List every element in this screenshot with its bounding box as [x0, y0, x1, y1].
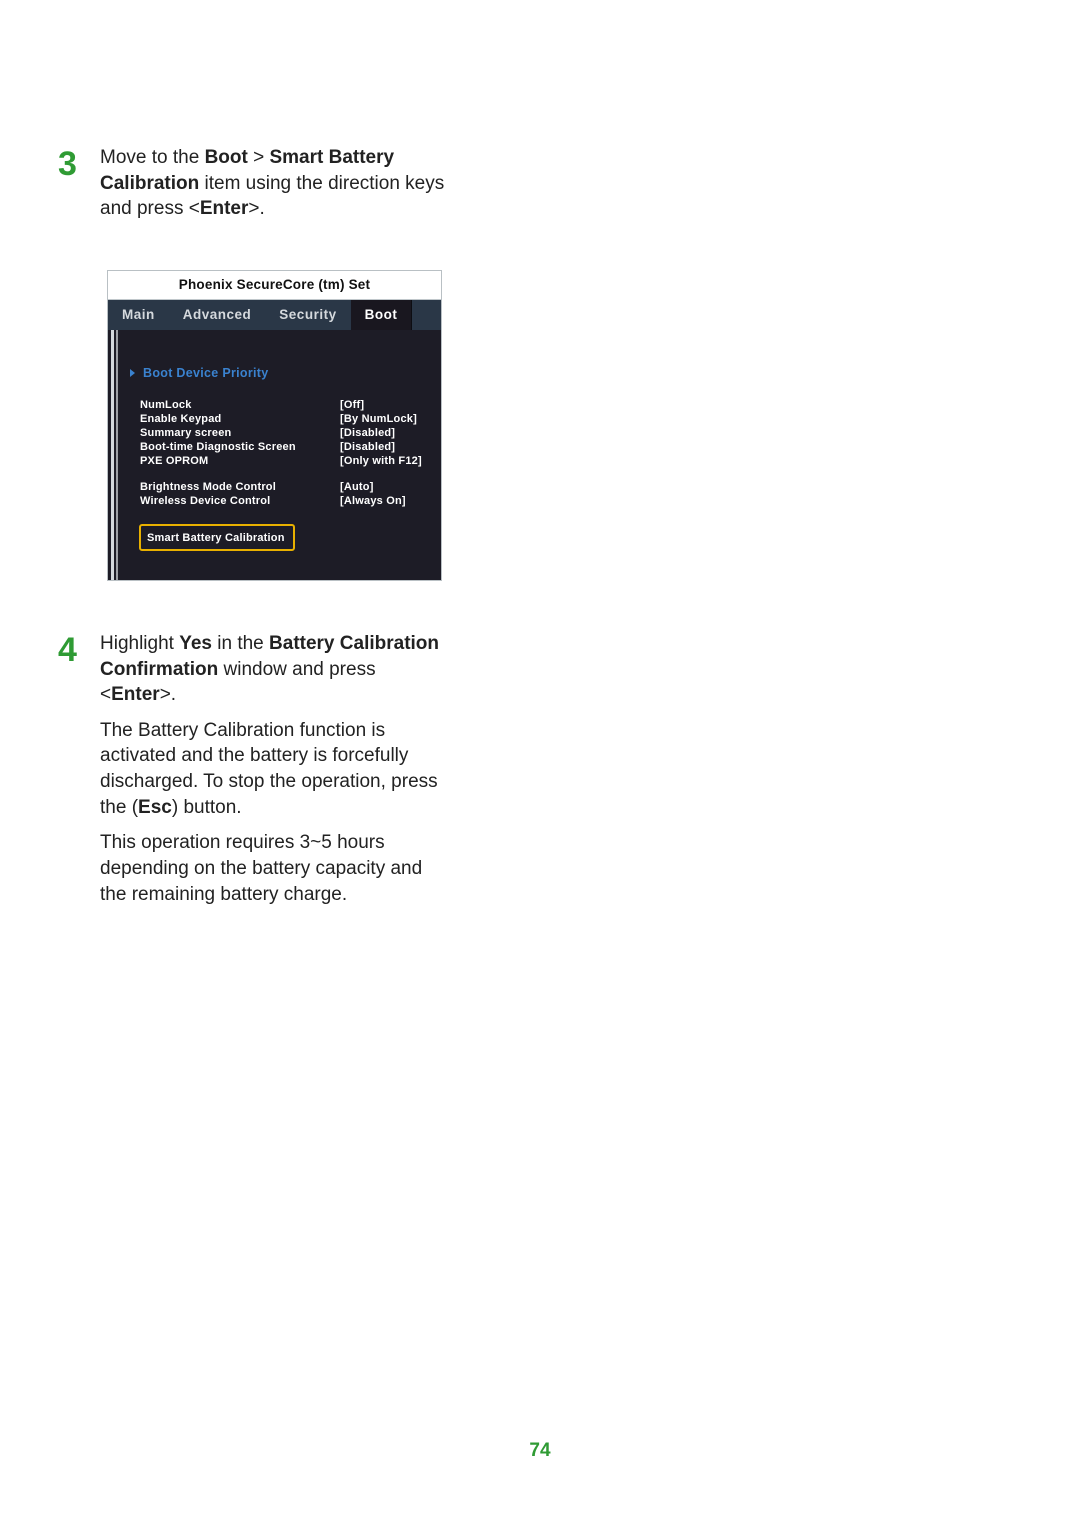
bios-left-divider-inner — [116, 330, 118, 580]
bold-yes: Yes — [179, 633, 212, 654]
bold-enter: Enter — [200, 198, 249, 219]
bios-item-brightness[interactable]: Brightness Mode Control [Auto] — [114, 480, 441, 494]
step-3-number: 3 — [58, 147, 100, 181]
bios-item-label: Brightness Mode Control — [140, 481, 340, 493]
bios-item-label: Summary screen — [140, 427, 340, 439]
text-paragraph: This operation requires 3~5 hours depend… — [100, 830, 450, 907]
bios-item-summary-screen[interactable]: Summary screen [Disabled] — [114, 426, 441, 440]
bios-section-label: Boot Device Priority — [143, 366, 268, 380]
bios-item-label: Boot-time Diagnostic Screen — [140, 441, 340, 453]
bios-item-label: PXE OPROM — [140, 455, 340, 467]
bios-item-numlock[interactable]: NumLock [Off] — [114, 398, 441, 412]
bios-tab-boot[interactable]: Boot — [351, 300, 412, 330]
step-4-text: Highlight Yes in the Battery Calibration… — [100, 631, 450, 917]
bios-item-label: Enable Keypad — [140, 413, 340, 425]
step-3-text: Move to the Boot > Smart Battery Calibra… — [100, 145, 450, 222]
bios-item-wireless[interactable]: Wireless Device Control [Always On] — [114, 494, 441, 508]
bios-tab-bar: Main Advanced Security Boot — [108, 300, 441, 330]
bios-item-label: Wireless Device Control — [140, 495, 340, 507]
text-fragment: Highlight — [100, 633, 179, 654]
step-4-number: 4 — [58, 633, 100, 667]
bios-item-enable-keypad[interactable]: Enable Keypad [By NumLock] — [114, 412, 441, 426]
bios-title-bar: Phoenix SecureCore (tm) Set — [108, 271, 441, 300]
step-4-row: 4 Highlight Yes in the Battery Calibrati… — [58, 631, 1080, 917]
text-fragment: ) button. — [172, 797, 242, 818]
bios-item-smart-battery-highlighted[interactable]: Smart Battery Calibration — [139, 524, 295, 551]
text-fragment: in the — [212, 633, 269, 654]
text-fragment: >. — [160, 684, 176, 705]
document-page: 3 Move to the Boot > Smart Battery Calib… — [0, 0, 1080, 1532]
bios-tab-main[interactable]: Main — [108, 300, 169, 330]
bios-item-label: Smart Battery Calibration — [147, 532, 285, 544]
bios-screenshot: Phoenix SecureCore (tm) Set Main Advance… — [107, 270, 442, 581]
bold-esc: Esc — [138, 797, 172, 818]
bold-boot: Boot — [205, 147, 248, 168]
text-fragment: >. — [248, 198, 264, 219]
bios-item-value: [By NumLock] — [340, 413, 417, 425]
chevron-right-icon — [130, 369, 135, 377]
bios-item-pxe-oprom[interactable]: PXE OPROM [Only with F12] — [114, 454, 441, 468]
bios-tab-truncated — [411, 300, 425, 330]
text-fragment: > — [248, 147, 270, 168]
bios-item-value: [Disabled] — [340, 427, 395, 439]
bios-body: Boot Device Priority NumLock [Off] Enabl… — [108, 330, 441, 580]
bios-item-value: [Always On] — [340, 495, 406, 507]
bios-tab-advanced[interactable]: Advanced — [169, 300, 266, 330]
page-number: 74 — [0, 1440, 1080, 1462]
bios-item-boot-diagnostic[interactable]: Boot-time Diagnostic Screen [Disabled] — [114, 440, 441, 454]
text-fragment: Move to the — [100, 147, 205, 168]
bold-enter: Enter — [111, 684, 160, 705]
bios-item-value: [Only with F12] — [340, 455, 422, 467]
bios-item-value: [Disabled] — [340, 441, 395, 453]
step-3-row: 3 Move to the Boot > Smart Battery Calib… — [58, 145, 1080, 222]
bios-item-value: [Off] — [340, 399, 364, 411]
bios-item-label: NumLock — [140, 399, 340, 411]
bios-item-value: [Auto] — [340, 481, 374, 493]
bios-section-boot-priority[interactable]: Boot Device Priority — [114, 342, 441, 386]
bios-left-divider — [111, 330, 114, 580]
bios-tab-security[interactable]: Security — [265, 300, 350, 330]
